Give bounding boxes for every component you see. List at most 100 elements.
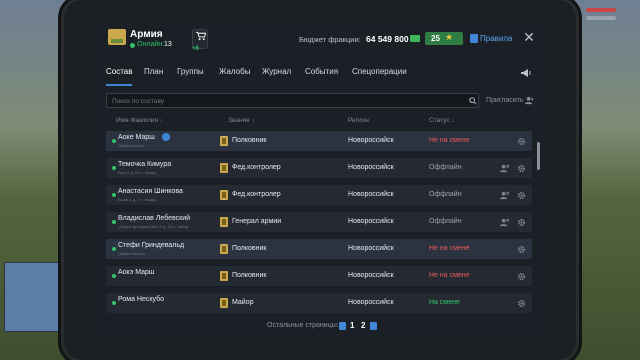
table-row[interactable]: Аоке Марш (Заместитель) Полковник Новоро…: [106, 131, 532, 151]
member-subtitle: (Лидер фракции) Был 2 д. 20 ч. назад: [118, 224, 189, 229]
cart-icon: [195, 31, 206, 41]
col-name[interactable]: Имя Фамилия ↓: [116, 117, 163, 124]
member-subtitle: (Заместитель): [118, 143, 145, 148]
invite-button[interactable]: Пригласить: [486, 97, 523, 104]
tab-special-ops[interactable]: Спецоперации: [352, 67, 407, 76]
member-status: Оффлайн: [429, 218, 462, 225]
member-rank: Полковник: [232, 245, 267, 252]
member-region: Новороссийск: [348, 137, 394, 144]
faction-panel: Армия Онлайн: 13 +6 Бюджет фракции: 64 5…: [94, 22, 546, 340]
gear-icon[interactable]: [517, 245, 526, 254]
scrollbar-thumb[interactable]: [537, 142, 540, 170]
member-region: Новороссийск: [348, 272, 394, 279]
rules-link[interactable]: Правила: [480, 34, 512, 43]
rank-insignia-icon: [220, 190, 228, 200]
rank-insignia-icon: [220, 217, 228, 227]
rank-insignia-icon: [220, 271, 228, 281]
member-status: Оффлайн: [429, 191, 462, 198]
kick-user-icon[interactable]: [500, 164, 509, 173]
tab-journal[interactable]: Журнал: [262, 67, 291, 76]
table-row[interactable]: Аокэ Марш Полковник Новороссийск Не на с…: [106, 266, 532, 286]
table-row[interactable]: Темочка Кимура Был 2 д. 20 ч. назад Фед.…: [106, 158, 532, 178]
member-status: На смене: [429, 299, 460, 306]
member-subtitle: Была 2 д. 7 ч. назад: [118, 197, 156, 202]
col-rank[interactable]: Звание ↓: [228, 117, 255, 124]
panel-header: Армия Онлайн: 13 +6 Бюджет фракции: 64 5…: [94, 22, 546, 60]
member-name: Владислав Лебевский: [118, 215, 191, 222]
table-row[interactable]: Рома Нескубо Майор Новороссийск На смене: [106, 293, 532, 313]
member-status: Не на смене: [429, 272, 470, 279]
member-rank: Фед.контролер: [232, 191, 281, 198]
member-name: Рома Нескубо: [118, 296, 164, 303]
member-region: Новороссийск: [348, 245, 394, 252]
search-icon[interactable]: [469, 97, 477, 105]
member-rank: Генерал армии: [232, 218, 282, 225]
member-name: Анастасия Шинкова: [118, 188, 183, 195]
tab-plan[interactable]: План: [144, 67, 163, 76]
member-rank: Полковник: [232, 137, 267, 144]
minimap: [4, 262, 66, 332]
col-status[interactable]: Статус ↓: [429, 117, 455, 124]
online-status-dot: [112, 301, 116, 305]
megaphone-icon[interactable]: [520, 68, 532, 78]
hud-health-bar: [586, 8, 616, 12]
table-row[interactable]: Стефи Гриндевальд (Заместитель) Полковни…: [106, 239, 532, 259]
tab-groups[interactable]: Группы: [177, 67, 204, 76]
online-status-dot: [112, 166, 116, 170]
pager-next-button[interactable]: [370, 322, 377, 330]
member-subtitle: Был 2 д. 20 ч. назад: [118, 170, 156, 175]
member-region: Новороссийск: [348, 299, 394, 306]
add-user-icon[interactable]: [525, 96, 534, 105]
tab-sostav[interactable]: Состав: [106, 67, 133, 76]
book-icon[interactable]: [470, 34, 478, 43]
member-region: Новороссийск: [348, 164, 394, 171]
member-subtitle: (Заместитель): [118, 251, 145, 256]
star-icon: ★: [445, 32, 454, 42]
rank-insignia-icon: [220, 298, 228, 308]
member-status: Не на смене: [429, 137, 470, 144]
online-status-dot: [112, 220, 116, 224]
online-status-dot: [112, 274, 116, 278]
kick-user-icon[interactable]: [500, 191, 509, 200]
pager-page-1[interactable]: 1: [350, 321, 354, 330]
member-rank: Фед.контролер: [232, 164, 281, 171]
member-name: Стефи Гриндевальд: [118, 242, 185, 249]
member-status: Не на смене: [429, 245, 470, 252]
online-status-dot: [112, 139, 116, 143]
account-badge-icon: [162, 133, 170, 141]
member-region: Новороссийск: [348, 218, 394, 225]
gear-icon[interactable]: [517, 137, 526, 146]
tab-complaints[interactable]: Жалобы: [219, 67, 250, 76]
table-row[interactable]: Владислав Лебевский (Лидер фракции) Был …: [106, 212, 532, 232]
search-input[interactable]: [112, 96, 452, 106]
shop-badge: +6: [192, 46, 199, 52]
rank-insignia-icon: [220, 163, 228, 173]
member-name: Аоке Марш: [118, 134, 155, 141]
money-icon: [410, 35, 420, 42]
pager-page-2[interactable]: 2: [361, 321, 365, 330]
pager-label: Остальные страницы:: [267, 322, 339, 329]
col-region: Регион: [348, 117, 369, 124]
gear-icon[interactable]: [517, 191, 526, 200]
active-tab-indicator: [106, 84, 132, 86]
table-row[interactable]: Анастасия Шинкова Была 2 д. 7 ч. назад Ф…: [106, 185, 532, 205]
close-icon[interactable]: ✕: [522, 30, 536, 44]
member-name: Аокэ Марш: [118, 269, 155, 276]
gear-icon[interactable]: [517, 272, 526, 281]
gear-icon[interactable]: [517, 299, 526, 308]
gear-icon[interactable]: [517, 218, 526, 227]
budget-label: Бюджет фракции:: [299, 35, 361, 44]
search-box: [106, 93, 479, 108]
faction-name: Армия: [130, 29, 163, 40]
member-status: Оффлайн: [429, 164, 462, 171]
budget-value: 64 549 800: [366, 34, 409, 44]
tab-events[interactable]: События: [305, 67, 338, 76]
pager-prev-button[interactable]: [339, 322, 346, 330]
stars-value: 25: [431, 34, 440, 43]
gear-icon[interactable]: [517, 164, 526, 173]
online-label: Онлайн:: [137, 41, 165, 48]
faction-logo: [108, 29, 126, 45]
kick-user-icon[interactable]: [500, 218, 509, 227]
member-region: Новороссийск: [348, 191, 394, 198]
member-name: Темочка Кимура: [118, 161, 172, 168]
